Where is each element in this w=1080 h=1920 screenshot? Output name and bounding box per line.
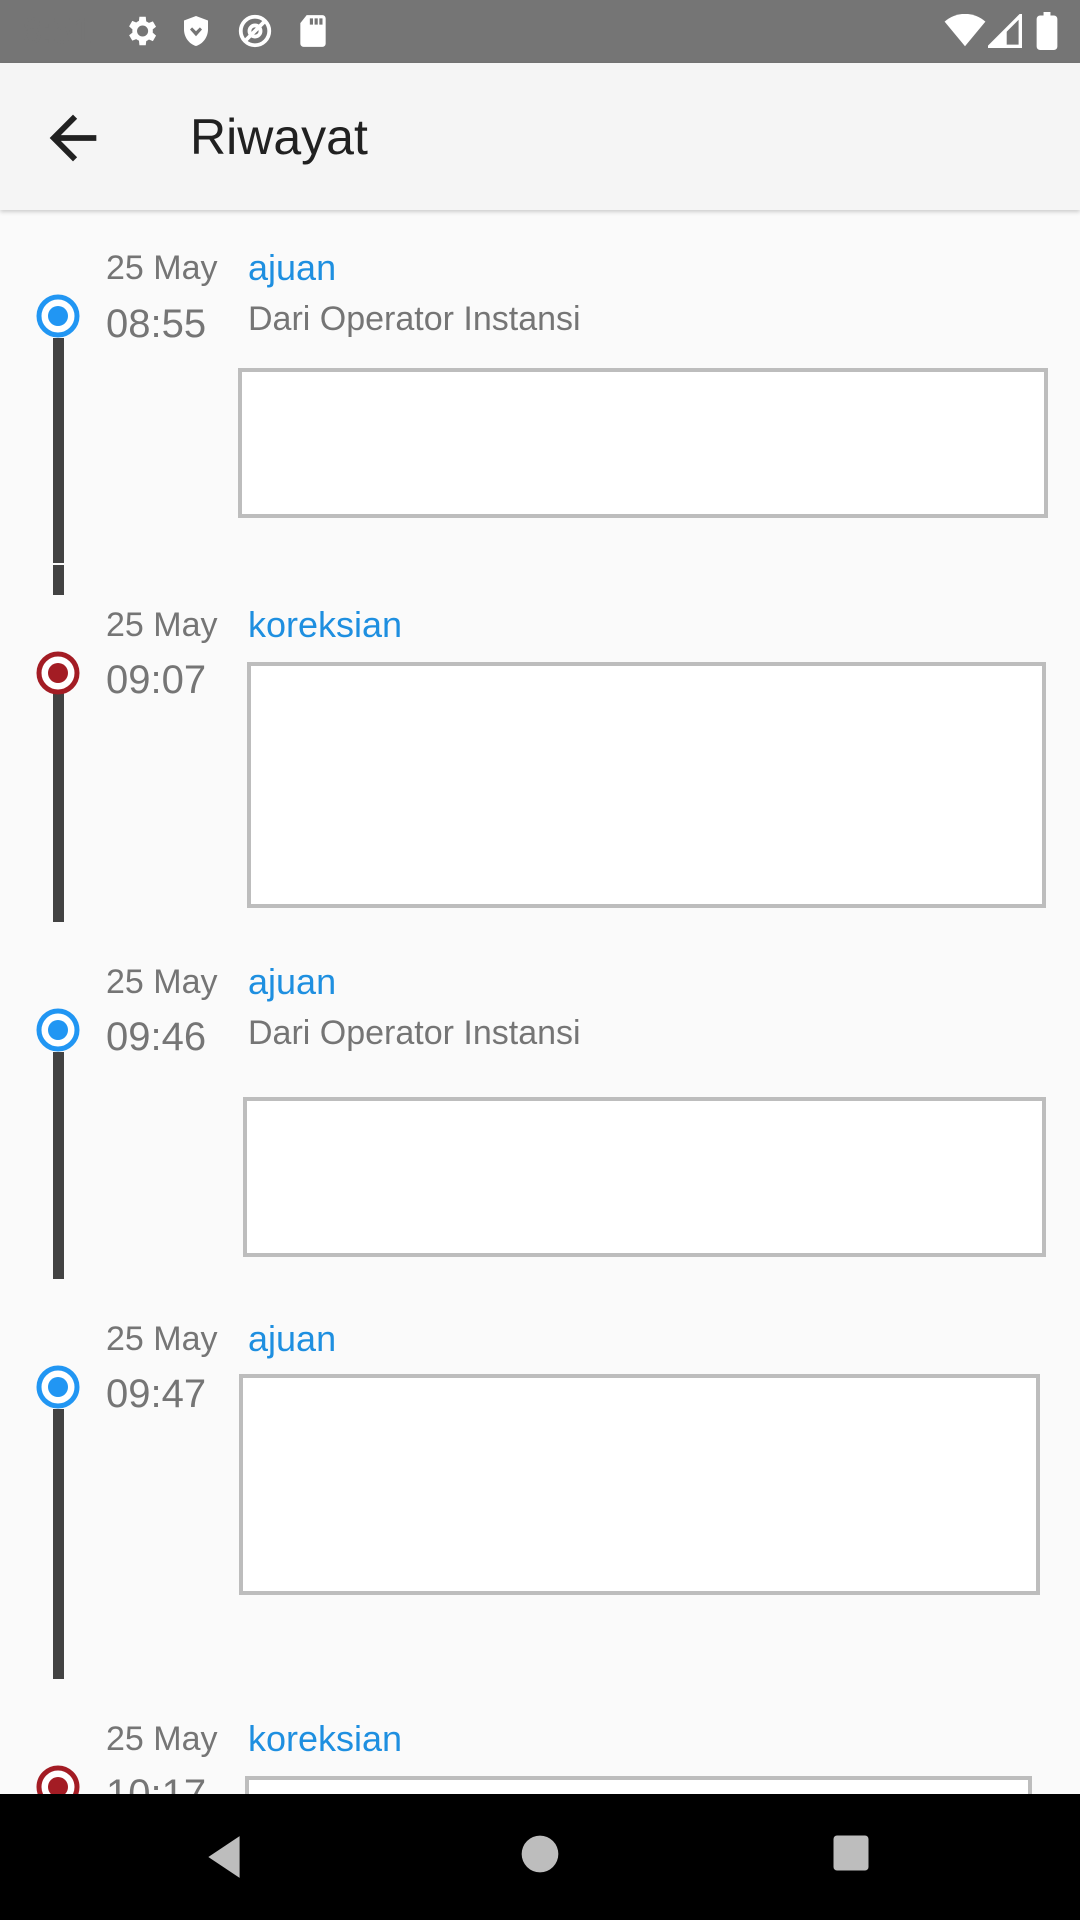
system-nav-bar <box>0 1794 1080 1920</box>
timeline-connector-top <box>53 565 64 595</box>
entry-date: 25 May <box>106 963 218 1001</box>
entry-type: ajuan <box>248 247 337 288</box>
timeline-item[interactable]: 25 May 08:55 ajuan Dari Operator Instans… <box>0 210 1080 565</box>
nav-back-icon[interactable] <box>200 1832 250 1882</box>
timeline-connector <box>53 338 64 563</box>
at-sign-icon <box>238 14 272 48</box>
entry-note-box <box>243 1097 1046 1257</box>
timeline-list[interactable]: 25 May 08:55 ajuan Dari Operator Instans… <box>0 210 1080 1794</box>
nav-home-icon[interactable] <box>518 1832 562 1876</box>
wifi-icon <box>944 14 986 47</box>
koreksian-marker-icon <box>36 1765 80 1794</box>
entry-note-box <box>245 1776 1032 1794</box>
page-title: Riwayat <box>190 109 368 165</box>
entry-time: 10:17 <box>106 1772 207 1794</box>
ajuan-marker-icon <box>36 1008 80 1052</box>
timeline-item[interactable]: 25 May 09:46 ajuan Dari Operator Instans… <box>0 922 1080 1279</box>
entry-type: ajuan <box>248 961 337 1002</box>
entry-type: ajuan <box>248 1318 337 1359</box>
ajuan-marker-icon <box>36 294 80 338</box>
entry-time: 09:47 <box>106 1372 207 1416</box>
shield-icon <box>184 16 208 46</box>
entry-date: 25 May <box>106 606 218 644</box>
entry-date: 25 May <box>106 1720 218 1758</box>
timeline-item[interactable]: 25 May 09:47 ajuan <box>0 1279 1080 1679</box>
timeline-connector <box>53 1409 64 1679</box>
entry-note-box <box>247 662 1046 908</box>
back-arrow-icon[interactable] <box>38 103 108 173</box>
entry-date: 25 May <box>106 249 218 287</box>
entry-note-box <box>239 1374 1040 1595</box>
nav-recents-icon[interactable] <box>830 1832 872 1874</box>
entry-date: 25 May <box>106 1320 218 1358</box>
sd-card-icon <box>300 15 326 47</box>
timeline-connector <box>53 1052 64 1279</box>
entry-type: koreksian <box>248 604 403 645</box>
entry-subtitle: Dari Operator Instansi <box>248 300 581 338</box>
ajuan-marker-icon <box>36 1365 80 1409</box>
koreksian-marker-icon <box>36 651 80 695</box>
entry-time: 09:07 <box>106 658 207 702</box>
cell-signal-icon <box>988 14 1022 48</box>
status-bar: 8:51 <box>0 0 1080 63</box>
app-bar: Riwayat <box>0 63 1080 210</box>
entry-subtitle: Dari Operator Instansi <box>248 1014 581 1052</box>
entry-time: 09:46 <box>106 1015 207 1059</box>
timeline-item[interactable]: 25 May 10:17 koreksian <box>0 1679 1080 1794</box>
battery-icon <box>1036 12 1058 50</box>
entry-note-box <box>238 368 1048 518</box>
entry-type: koreksian <box>248 1718 403 1759</box>
timeline-item[interactable]: 25 May 09:07 koreksian <box>0 565 1080 922</box>
timeline-connector <box>53 693 64 922</box>
settings-icon <box>129 16 157 46</box>
status-time: 8:51 <box>22 10 93 51</box>
entry-time: 08:55 <box>106 302 207 346</box>
